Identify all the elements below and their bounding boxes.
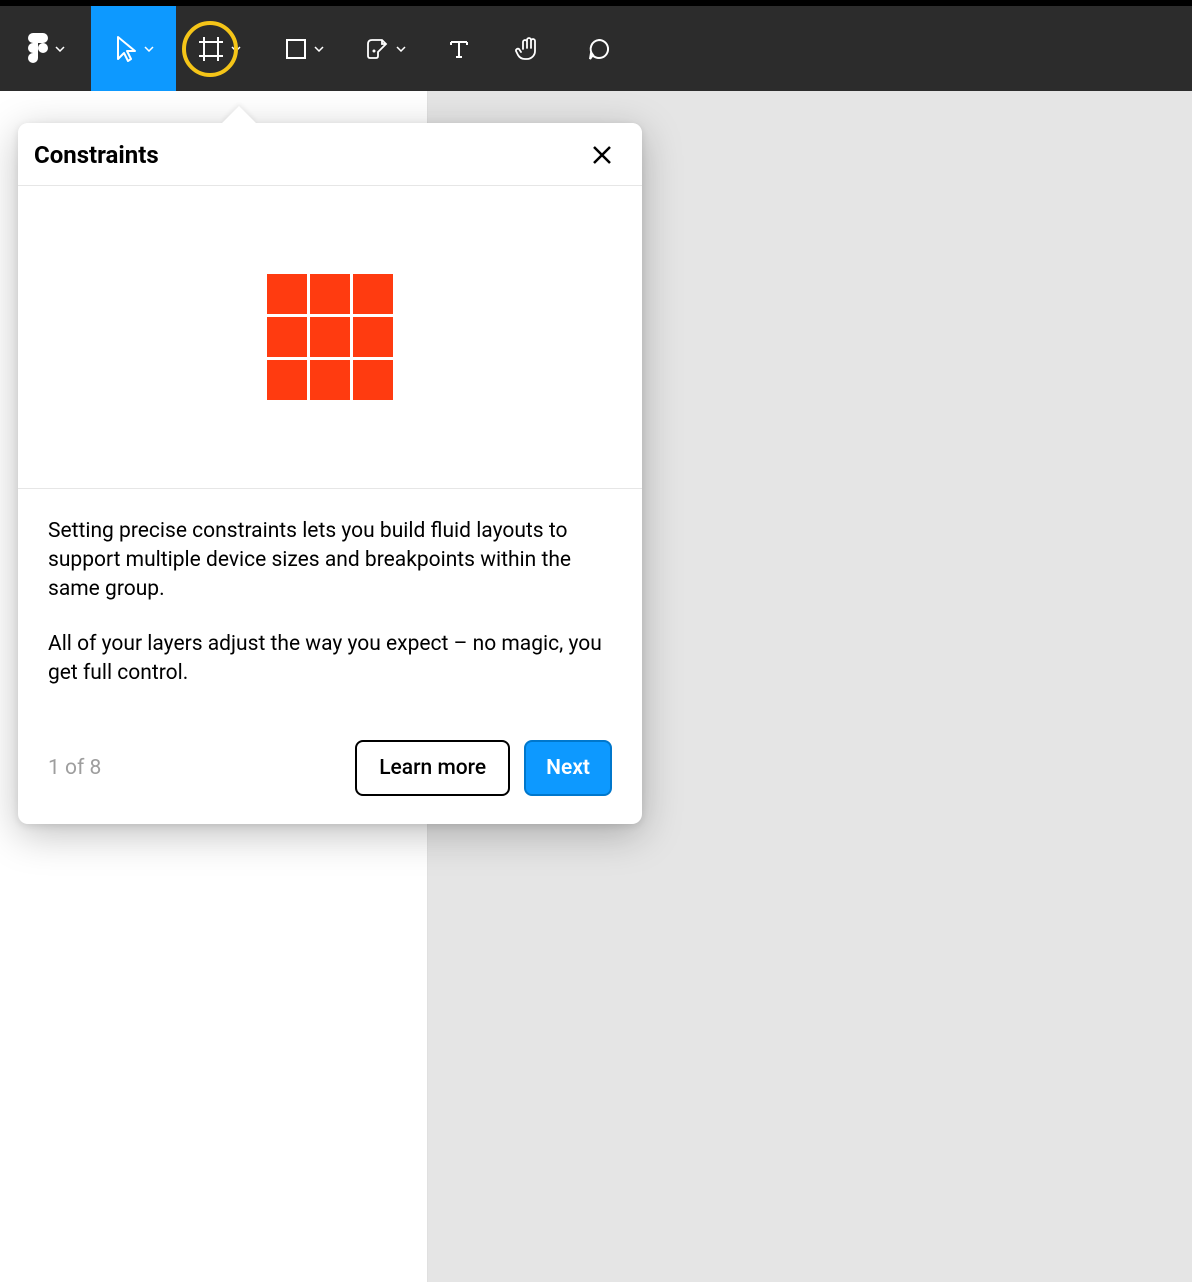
chevron-down-icon [396,46,406,52]
tutorial-highlight-ring [182,21,238,77]
step-indicator: 1 of 8 [48,756,101,780]
pen-tool-button[interactable] [346,6,424,91]
close-button[interactable] [590,143,614,167]
constraints-grid-illustration [267,274,393,400]
shape-tool-button[interactable] [261,6,346,91]
tutorial-modal: Constraints Setting precise constraints … [18,123,642,824]
comment-tool-button[interactable] [564,6,634,91]
learn-more-button[interactable]: Learn more [355,740,510,796]
modal-header: Constraints [18,123,642,186]
cursor-icon [114,35,138,63]
chevron-down-icon [55,46,65,52]
rectangle-icon [284,37,308,61]
pen-icon [364,36,390,62]
main-toolbar [0,6,1192,91]
text-tool-button[interactable] [424,6,494,91]
frame-tool-button[interactable] [176,6,261,91]
next-button[interactable]: Next [524,740,612,796]
text-icon [447,37,471,61]
move-tool-button[interactable] [91,6,176,91]
modal-illustration [18,186,642,489]
modal-title: Constraints [34,141,159,169]
hand-tool-button[interactable] [494,6,564,91]
modal-description-1: Setting precise constraints lets you bui… [48,517,612,604]
chevron-down-icon [144,46,154,52]
modal-footer: 1 of 8 Learn more Next [18,740,642,824]
figma-menu-button[interactable] [0,6,91,91]
comment-icon [586,36,612,62]
modal-body: Setting precise constraints lets you bui… [18,489,642,740]
footer-buttons: Learn more Next [355,740,612,796]
modal-description-2: All of your layers adjust the way you ex… [48,630,612,688]
figma-logo-icon [27,33,49,65]
chevron-down-icon [314,46,324,52]
hand-icon [515,35,543,63]
close-icon [590,143,614,167]
